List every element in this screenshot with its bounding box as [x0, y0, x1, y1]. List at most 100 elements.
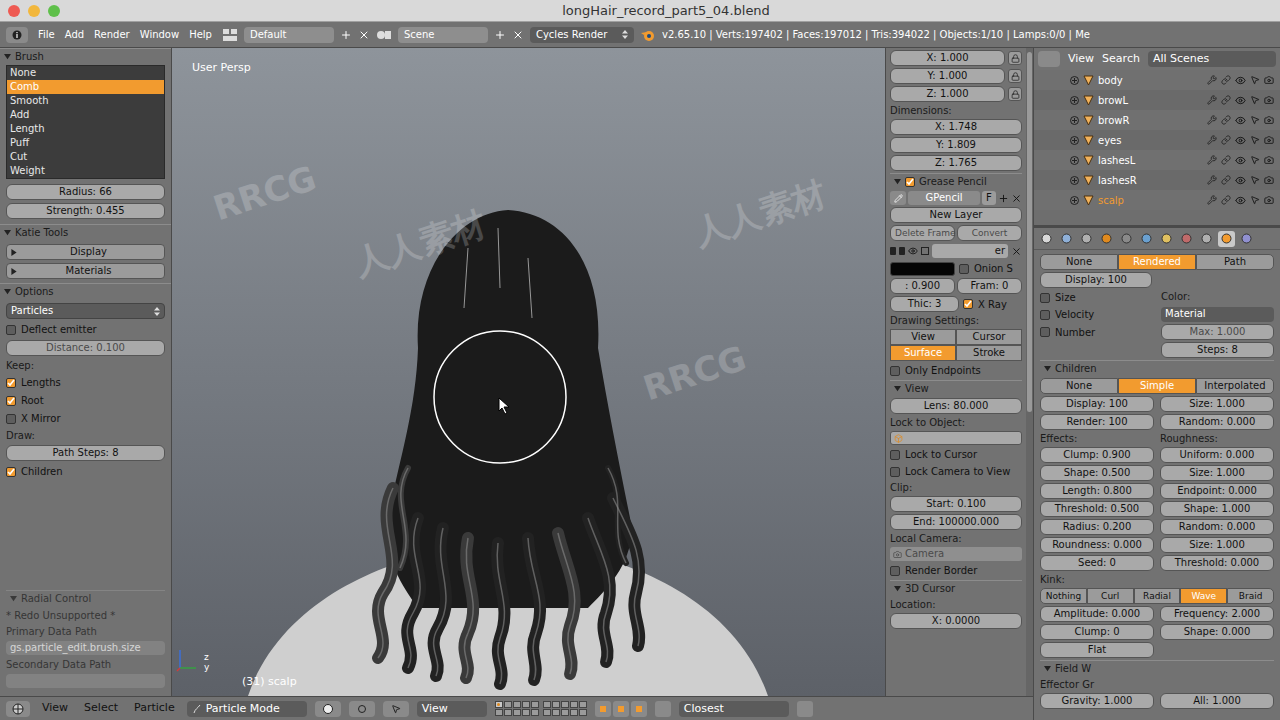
- cursor-x-field[interactable]: X: 0.0000: [890, 613, 1022, 629]
- header-menu[interactable]: Particle: [130, 700, 179, 717]
- kink-field[interactable]: Frequency: 2.000: [1160, 606, 1274, 622]
- shading-button[interactable]: [315, 701, 341, 717]
- gravity-field[interactable]: Gravity: 1.000: [1040, 693, 1154, 709]
- 3d-viewport[interactable]: RRCG人人素材RRCG人人素材User Perspzy(31) scalp: [172, 48, 885, 696]
- layer-button[interactable]: [543, 701, 551, 708]
- layer-lock-icon[interactable]: [899, 247, 905, 255]
- properties-tab[interactable]: [1218, 231, 1235, 247]
- renderable-icon[interactable]: [1264, 95, 1274, 105]
- header-menu[interactable]: View: [38, 700, 72, 717]
- outliner-row[interactable]: browL: [1034, 90, 1280, 110]
- gpencil-name-field[interactable]: GPencil: [908, 191, 980, 205]
- effect-field[interactable]: Radius: 0.200: [1040, 519, 1154, 535]
- zoom-button[interactable]: [48, 5, 60, 17]
- effect-field[interactable]: Shape: 0.500: [1040, 465, 1154, 481]
- scene-field[interactable]: Scene: [398, 27, 488, 43]
- outliner-menu[interactable]: View: [1068, 51, 1094, 68]
- render-engine-dropdown[interactable]: Cycles Render: [530, 27, 634, 43]
- pivot-button[interactable]: [349, 701, 375, 717]
- effect-field[interactable]: Roundness: 0.000: [1040, 537, 1154, 553]
- layer-button[interactable]: [522, 701, 530, 708]
- brush-item[interactable]: None: [7, 66, 164, 80]
- steps-field[interactable]: Steps: 8: [1161, 342, 1274, 358]
- add-icon[interactable]: [998, 193, 1009, 204]
- expand-icon[interactable]: [1070, 136, 1079, 145]
- edit-type-dropdown[interactable]: Particles: [6, 303, 165, 319]
- layer-button[interactable]: [561, 709, 569, 716]
- select-mode-button[interactable]: [595, 701, 611, 717]
- checkbox-box[interactable]: [6, 325, 16, 335]
- strength-slider[interactable]: Strength: 0.455: [6, 203, 165, 219]
- lock-camera-checkbox[interactable]: Lock Camera to View: [890, 464, 1022, 479]
- selectable-icon[interactable]: [1250, 155, 1260, 165]
- layout-field[interactable]: Default: [244, 27, 334, 43]
- checkbox-box[interactable]: [6, 378, 16, 388]
- render-border-checkbox[interactable]: Render Border: [890, 563, 1022, 578]
- new-layer-button[interactable]: New Layer: [890, 207, 1022, 223]
- drawing-mode-option[interactable]: View: [890, 329, 956, 345]
- layer-button[interactable]: [513, 709, 521, 716]
- lock-button[interactable]: [1008, 51, 1022, 65]
- layer-button[interactable]: [522, 709, 530, 716]
- layer-button[interactable]: [531, 709, 539, 716]
- checkbox-box[interactable]: [890, 366, 900, 376]
- remove-layout-icon[interactable]: [358, 29, 370, 41]
- scale-field[interactable]: Z: 1.000: [890, 86, 1005, 102]
- gpencil-browse[interactable]: [890, 191, 906, 205]
- display-checkbox[interactable]: Size: [1040, 290, 1153, 305]
- roughness-field[interactable]: Endpoint: 0.000: [1160, 483, 1274, 499]
- dimension-field[interactable]: X: 1.748: [890, 119, 1022, 135]
- properties-tab[interactable]: [1138, 231, 1155, 247]
- layer-color-swatch[interactable]: [890, 262, 955, 276]
- grease-pencil-header[interactable]: Grease Pencil: [890, 173, 1022, 189]
- layer-button[interactable]: [531, 701, 539, 708]
- minimize-button[interactable]: [28, 5, 40, 17]
- display-checkbox[interactable]: Velocity: [1040, 307, 1153, 322]
- remove-icon[interactable]: [1011, 193, 1022, 204]
- renderable-icon[interactable]: [1264, 175, 1274, 185]
- kink-type-option[interactable]: Braid: [1227, 588, 1274, 604]
- select-mode-button[interactable]: [631, 701, 647, 717]
- radius-slider[interactable]: Radius: 66: [6, 184, 165, 200]
- display-mode-option[interactable]: None: [1040, 254, 1118, 270]
- options-panel-header[interactable]: Options: [0, 283, 171, 299]
- outliner-row[interactable]: scalp: [1034, 190, 1280, 210]
- xray-checkbox[interactable]: X Ray: [963, 297, 1022, 312]
- radial-control-header[interactable]: Radial Control: [6, 590, 165, 606]
- opacity-field[interactable]: : 0.900: [890, 278, 955, 294]
- secondary-path-field[interactable]: [6, 674, 165, 688]
- expand-icon[interactable]: [1070, 116, 1079, 125]
- keep-checkbox[interactable]: Lengths: [6, 375, 165, 390]
- brush-item[interactable]: Add: [7, 108, 164, 122]
- lock-button[interactable]: [1008, 69, 1022, 83]
- outliner-row[interactable]: lashesL: [1034, 150, 1280, 170]
- layer-visibility-icon[interactable]: [908, 246, 918, 256]
- editor-type-button[interactable]: [1038, 51, 1060, 67]
- only-endpoints-checkbox[interactable]: Only Endpoints: [890, 363, 1022, 378]
- remove-layer-icon[interactable]: [1011, 246, 1022, 257]
- checkbox-box[interactable]: [6, 414, 16, 424]
- display-mode-dropdown[interactable]: All Scenes: [1148, 51, 1276, 67]
- expand-icon[interactable]: [1070, 196, 1079, 205]
- brush-item[interactable]: Length: [7, 122, 164, 136]
- children-mode-option[interactable]: None: [1040, 378, 1118, 394]
- selectable-icon[interactable]: [1250, 115, 1260, 125]
- children-random-field[interactable]: Random: 0.000: [1160, 414, 1274, 430]
- visibility-icon[interactable]: [1235, 195, 1246, 206]
- subpanel-button[interactable]: Materials: [6, 263, 165, 279]
- properties-tab[interactable]: [1158, 231, 1175, 247]
- color-dropdown[interactable]: Material: [1161, 307, 1274, 322]
- layer-button[interactable]: [570, 701, 578, 708]
- effect-field[interactable]: Seed: 0: [1040, 555, 1154, 571]
- menu-item[interactable]: Add: [65, 27, 84, 42]
- editor-type-button[interactable]: [6, 701, 30, 717]
- layer-button[interactable]: [543, 709, 551, 716]
- children-mode-option[interactable]: Simple: [1118, 378, 1196, 394]
- editor-type-icon[interactable]: [6, 27, 28, 43]
- drawing-mode-option[interactable]: Cursor: [956, 329, 1022, 345]
- roughness-field[interactable]: Size: 1.000: [1160, 537, 1274, 553]
- checkbox-box[interactable]: [6, 467, 16, 477]
- remove-scene-icon[interactable]: [512, 29, 524, 41]
- checkbox-box[interactable]: [1040, 310, 1050, 320]
- kink-field[interactable]: Shape: 0.000: [1160, 624, 1274, 640]
